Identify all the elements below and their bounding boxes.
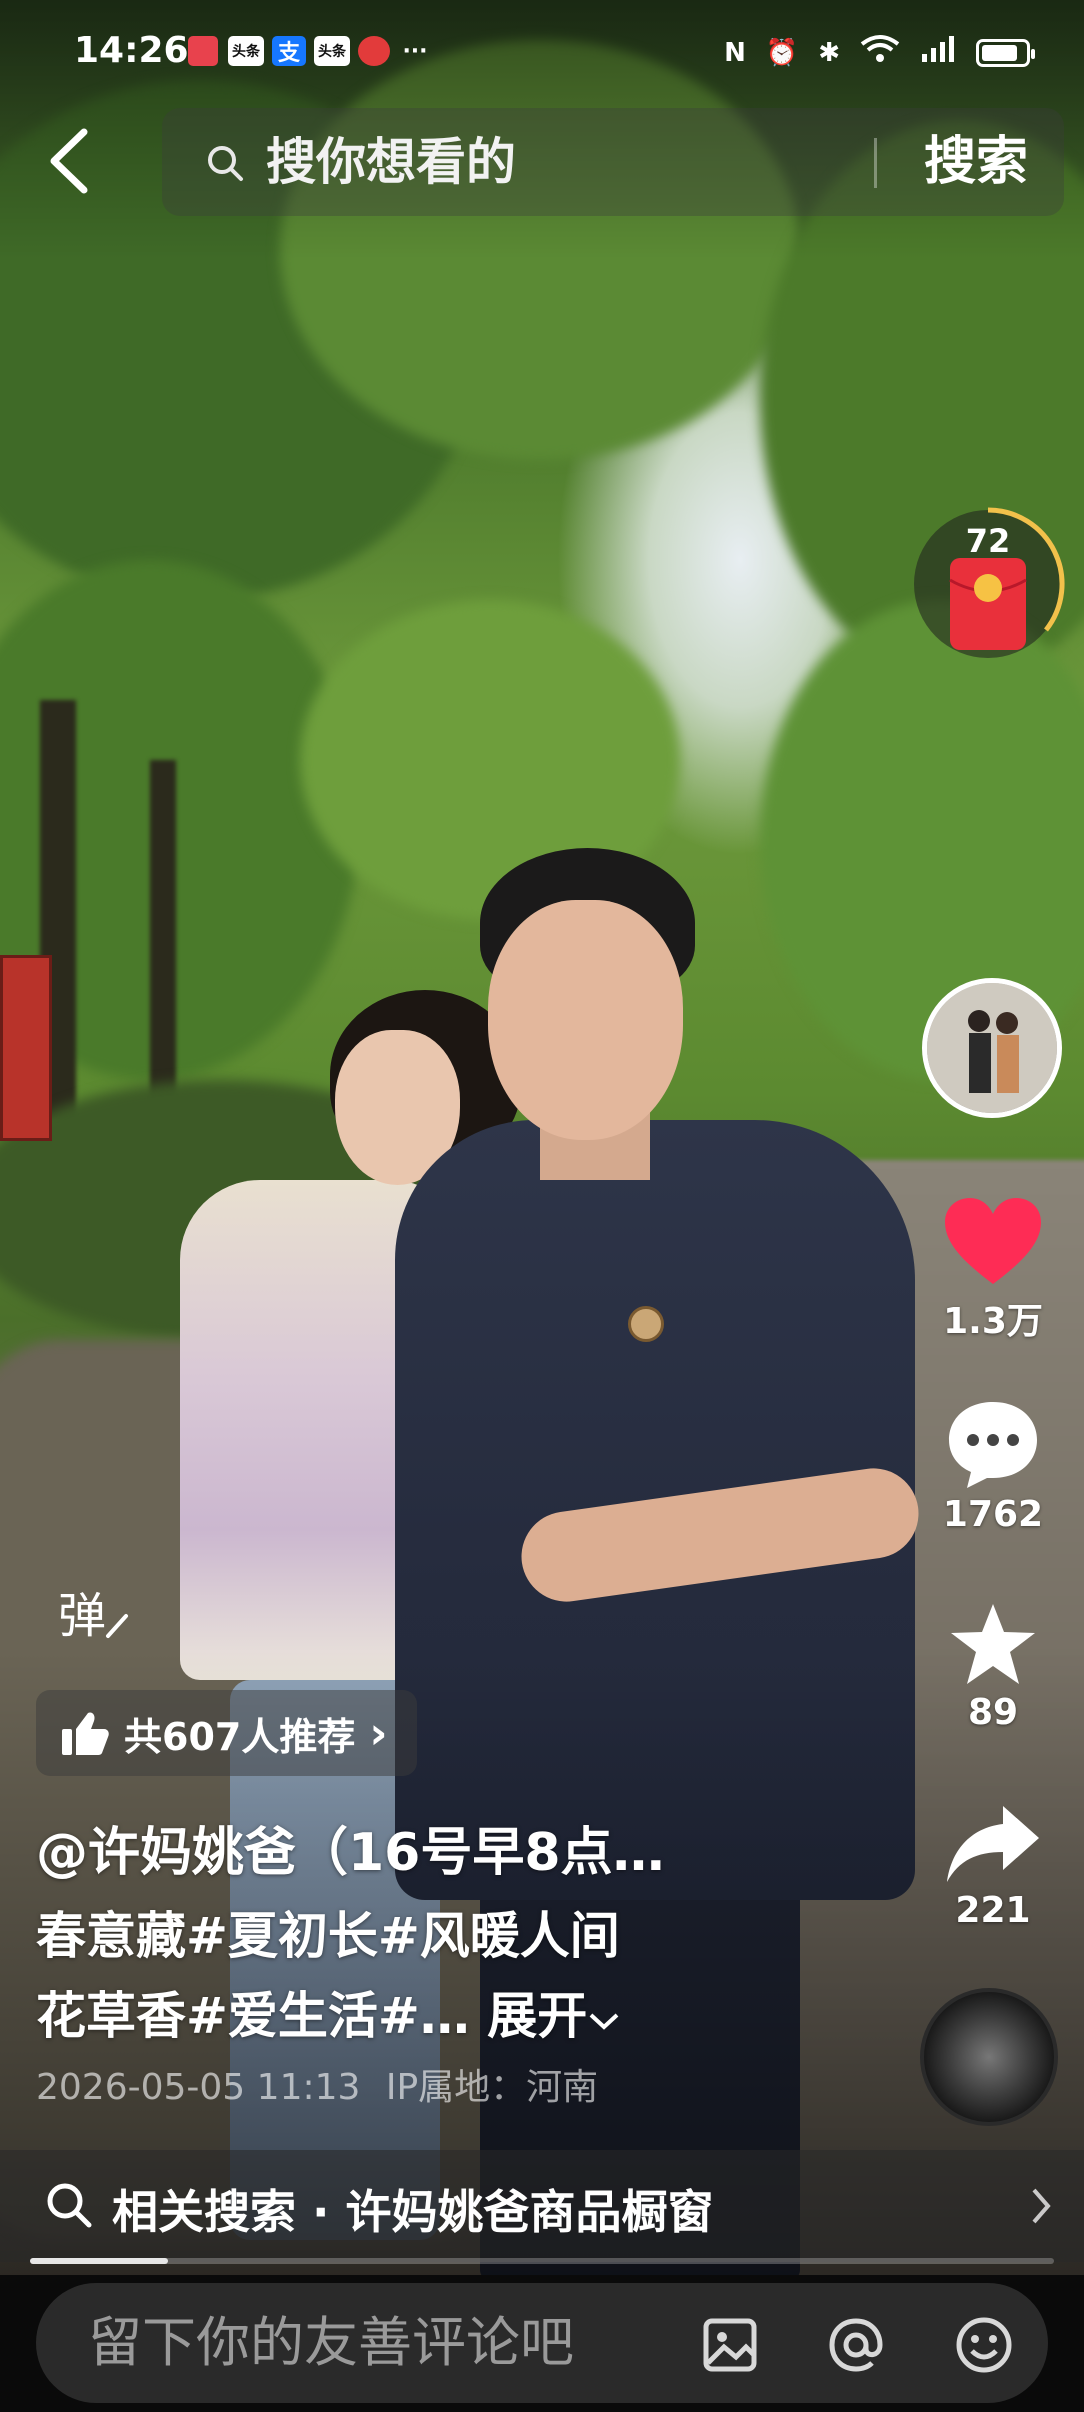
ip-location: IP属地：河南 bbox=[385, 2067, 599, 2108]
red-packet-widget[interactable]: 72 bbox=[906, 502, 1070, 666]
signal-icon bbox=[920, 34, 956, 71]
alarm-icon: ⏰ bbox=[765, 37, 799, 68]
shirt-logo bbox=[628, 1306, 664, 1342]
chevron-right-icon bbox=[1032, 2188, 1051, 2224]
recommend-pill[interactable]: 共607人推荐 › bbox=[36, 1690, 418, 1776]
image-icon[interactable] bbox=[700, 2315, 760, 2375]
avatar-photo bbox=[927, 983, 1057, 1113]
description-text: 花草香#爱生活#… bbox=[36, 1987, 470, 2045]
battery-level bbox=[982, 44, 1017, 61]
search-input[interactable]: 搜你想看的 bbox=[266, 130, 516, 194]
status-right-icons: N ⏰ ✱ bbox=[724, 34, 1035, 71]
author-name[interactable]: @许妈姚爸（16号早8点… bbox=[36, 1810, 665, 1885]
share-arrow-icon bbox=[947, 1806, 1039, 1882]
chevron-down-icon bbox=[589, 2013, 619, 2030]
more-dots: ··· bbox=[402, 38, 428, 64]
back-button[interactable] bbox=[44, 126, 100, 196]
chevron-right-icon: › bbox=[369, 1707, 388, 1759]
post-datetime: 2026-05-05 11:13 bbox=[36, 2067, 361, 2108]
related-search-bar[interactable]: 相关搜索 · 许妈姚爸商品橱窗 bbox=[0, 2150, 1084, 2262]
toutiao-icon: 头条 bbox=[228, 36, 264, 66]
danmu-toggle[interactable]: 弹 bbox=[52, 1580, 132, 1650]
mention-icon[interactable] bbox=[826, 2315, 886, 2375]
wifi-icon bbox=[860, 34, 900, 71]
video-description: 春意藏#夏初长#风暖人间 bbox=[36, 1907, 620, 1965]
alipay-icon: 支 bbox=[272, 36, 306, 66]
playback-progress-bar[interactable] bbox=[30, 2258, 1054, 2264]
favorite-button[interactable]: 89 bbox=[920, 1600, 1066, 1733]
nfc-icon: N bbox=[724, 37, 746, 68]
svg-text:弹: 弹 bbox=[58, 1588, 106, 1644]
favorite-count: 89 bbox=[967, 1692, 1019, 1733]
search-bar[interactable]: 搜你想看的 搜索 bbox=[162, 108, 1064, 216]
star-icon bbox=[951, 1604, 1035, 1684]
heart-icon bbox=[945, 1198, 1041, 1284]
search-icon bbox=[208, 146, 243, 181]
like-count: 1.3万 bbox=[943, 1301, 1043, 1342]
author-avatar[interactable] bbox=[922, 978, 1062, 1118]
man-figure bbox=[488, 900, 683, 1140]
emoji-icon[interactable] bbox=[954, 2315, 1014, 2375]
comment-icon bbox=[949, 1402, 1037, 1488]
status-time: 14:26 bbox=[74, 30, 189, 71]
thumbs-up-icon bbox=[62, 1712, 109, 1755]
red-envelope-icon bbox=[950, 558, 1026, 650]
comment-input[interactable]: 留下你的友善评论吧 bbox=[88, 2309, 574, 2377]
related-search-text: 相关搜索 · 许妈姚爸商品橱窗 bbox=[112, 2185, 714, 2239]
share-button[interactable]: 221 bbox=[920, 1802, 1066, 1931]
toutiao-icon: 头条 bbox=[314, 36, 350, 66]
status-bar: 14:26 头条 支 头条 ··· N ⏰ ✱ bbox=[0, 0, 1084, 100]
bluetooth-icon: ✱ bbox=[818, 37, 840, 68]
battery-icon bbox=[976, 38, 1035, 67]
search-divider bbox=[874, 138, 877, 188]
recommend-text: 共607人推荐 bbox=[124, 1714, 356, 1759]
video-meta: 2026-05-05 11:13 IP属地：河南 bbox=[36, 2058, 598, 2110]
share-count: 221 bbox=[955, 1890, 1031, 1931]
music-disc[interactable] bbox=[920, 1988, 1058, 2126]
video-description-line2: 花草香#爱生活#… 展开 bbox=[36, 1976, 621, 2048]
danmu-icon: 弹 bbox=[58, 1588, 128, 1644]
app-red-circle-icon bbox=[358, 36, 390, 66]
comment-count: 1762 bbox=[942, 1494, 1044, 1535]
expand-label: 展开 bbox=[487, 1987, 588, 2045]
red-packet-count: 72 bbox=[965, 522, 1011, 560]
chevron-left-icon bbox=[50, 128, 88, 194]
search-icon bbox=[47, 2183, 92, 2228]
like-button[interactable]: 1.3万 bbox=[920, 1196, 1066, 1344]
comment-bar: 留下你的友善评论吧 bbox=[0, 2275, 1084, 2412]
comment-box[interactable]: 留下你的友善评论吧 bbox=[36, 2283, 1048, 2403]
red-signboard bbox=[0, 955, 52, 1141]
expand-button[interactable]: 展开 bbox=[487, 1987, 621, 2045]
comment-button[interactable]: 1762 bbox=[920, 1398, 1066, 1535]
search-button[interactable]: 搜索 bbox=[924, 130, 1028, 194]
playback-progress-fill bbox=[30, 2258, 169, 2264]
notification-red-icon bbox=[188, 36, 218, 66]
